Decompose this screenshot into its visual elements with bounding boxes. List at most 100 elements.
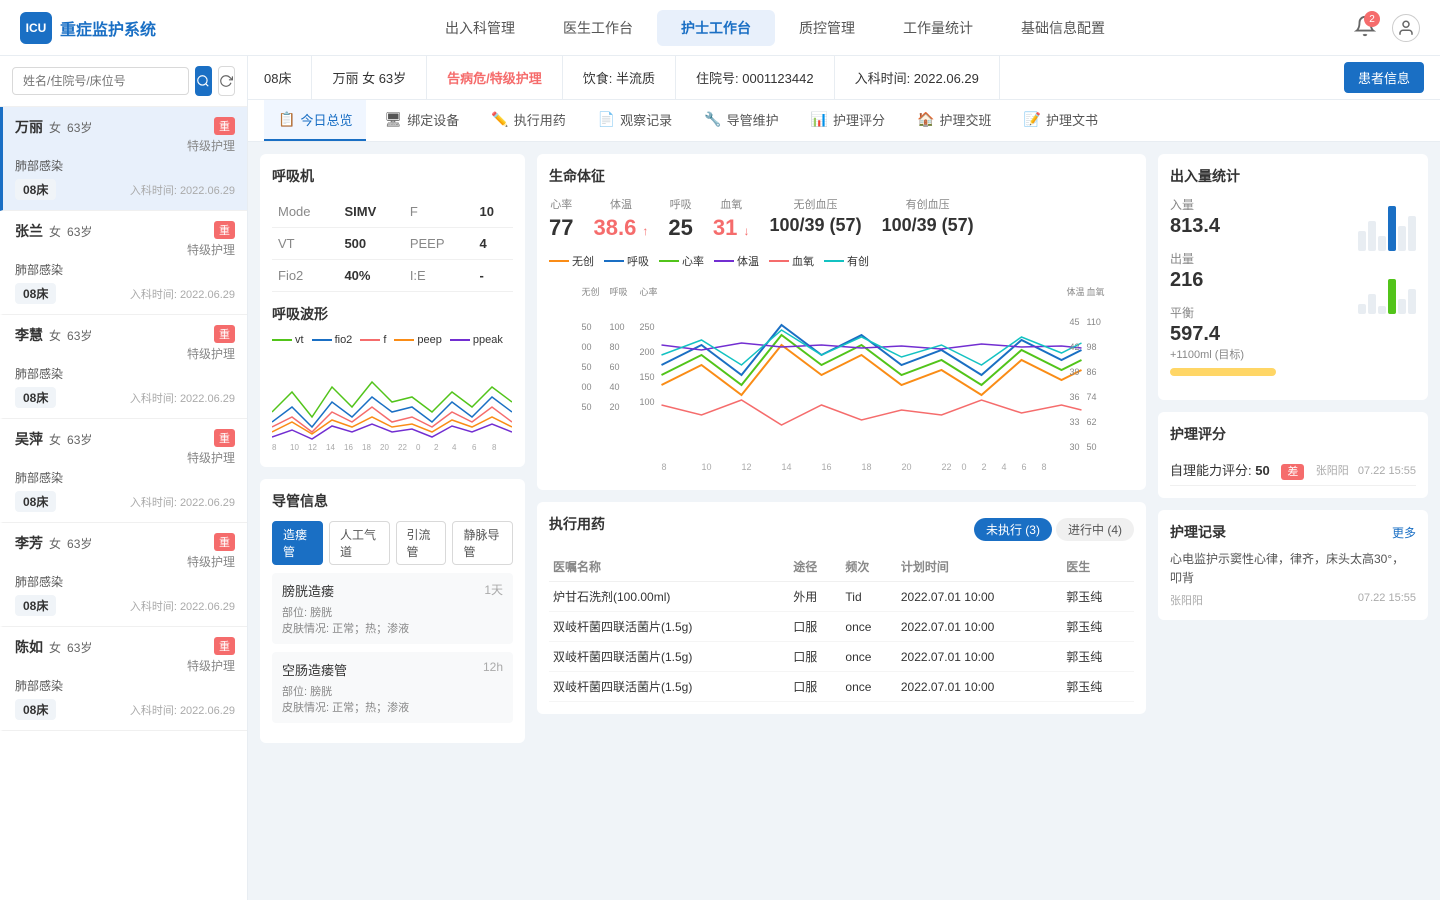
patient-gender: 女 <box>49 535 61 552</box>
patient-card-张兰[interactable]: 张兰 女 63岁 重 特级护理 肺部感染 08床 入科时间: 2022.06.2… <box>0 211 247 315</box>
io-card: 出入量统计 入量 813.4 出量 216 <box>1158 154 1428 400</box>
more-link[interactable]: 更多 <box>1392 524 1416 541</box>
patient-info-button[interactable]: 患者信息 <box>1344 62 1424 93</box>
med-row: 双岐杆菌四联活菌片(1.5g) 口服 once 2022.07.01 10:00… <box>549 612 1134 642</box>
nursing-eval-title: 护理评分 <box>1170 424 1416 444</box>
patient-name: 陈如 <box>15 637 43 657</box>
urgent-badge: 重 <box>214 637 235 655</box>
svg-text:250: 250 <box>640 322 655 332</box>
right-column: 出入量统计 入量 813.4 出量 216 <box>1158 154 1428 888</box>
nav-item-护士工作台[interactable]: 护士工作台 <box>657 10 775 46</box>
tab-icon: 🔧 <box>704 111 721 128</box>
patient-list: 万丽 女 63岁 重 特级护理 肺部感染 08床 入科时间: 2022.06.2… <box>0 107 247 731</box>
catheter-site: 部位: 膀胱 <box>282 604 503 620</box>
ventilator-title: 呼吸机 <box>272 166 513 186</box>
patient-name: 李芳 <box>15 533 43 553</box>
header-right: 2 <box>1354 14 1420 42</box>
svg-text:110: 110 <box>1087 317 1101 327</box>
medication-table: 医嘱名称途径频次计划时间医生 炉甘石洗剂(100.00ml) 外用 Tid 20… <box>549 552 1134 702</box>
vital-value: 100/39 (57) <box>882 215 974 236</box>
med-name: 双岐杆菌四联活菌片(1.5g) <box>549 672 789 702</box>
balance-value: 597.4 <box>1170 323 1346 346</box>
urgent-badge: 重 <box>214 221 235 239</box>
svg-text:8: 8 <box>1042 462 1047 472</box>
patient-age: 63岁 <box>67 327 92 344</box>
svg-text:12: 12 <box>742 462 752 472</box>
search-input[interactable] <box>12 67 189 95</box>
intake-label: 入量 <box>1170 196 1346 213</box>
tab-icon: 🖥 <box>384 111 402 128</box>
catheter-tab-人工气道[interactable]: 人工气道 <box>329 521 390 565</box>
vital-value: 77 <box>549 215 573 241</box>
layout: 万丽 女 63岁 重 特级护理 肺部感染 08床 入科时间: 2022.06.2… <box>0 56 1440 900</box>
pending-tab[interactable]: 未执行 (3) <box>974 518 1052 541</box>
svg-text:血氧: 血氧 <box>1087 286 1105 297</box>
vital-value: 25 <box>668 215 692 241</box>
care-level: 特级护理 <box>187 553 235 570</box>
notification-badge: 2 <box>1364 11 1380 27</box>
notification-btn[interactable]: 2 <box>1354 15 1376 40</box>
ongoing-tab[interactable]: 进行中 (4) <box>1056 518 1134 541</box>
med-route: 口服 <box>789 672 841 702</box>
sidebar-toggle[interactable]: ‹ <box>247 460 248 496</box>
tab-label: 绑定设备 <box>407 110 459 129</box>
svg-text:22: 22 <box>942 462 952 472</box>
svg-text:33: 33 <box>1070 417 1080 427</box>
patient-gender: 女 <box>49 639 61 656</box>
diagnosis: 肺部感染 <box>15 157 235 174</box>
diagnosis: 肺部感染 <box>15 469 235 486</box>
patient-card-李慧[interactable]: 李慧 女 63岁 重 特级护理 肺部感染 08床 入科时间: 2022.06.2… <box>0 315 247 419</box>
user-icon[interactable] <box>1392 14 1420 42</box>
nursing-eval-card: 护理评分 自理能力评分: 50 差 张阳阳 07.22 15:55 <box>1158 412 1428 498</box>
patient-bar: 08床 万丽 女 63岁 告病危/特级护理 饮食: 半流质 住院号: 00011… <box>248 56 1440 100</box>
logo: ICU 重症监护系统 <box>20 12 156 44</box>
vital-item-心率: 心率 77 <box>549 196 573 241</box>
patient-gender: 女 <box>49 431 61 448</box>
tab-执行用药[interactable]: ✏️执行用药 <box>477 100 579 141</box>
urgent-badge: 重 <box>214 117 235 135</box>
wave-legend-item: peep <box>394 334 441 346</box>
patient-card-陈如[interactable]: 陈如 女 63岁 重 特级护理 肺部感染 08床 入科时间: 2022.06.2… <box>0 627 247 731</box>
vital-label: 心率 <box>549 196 573 212</box>
med-freq: Tid <box>841 582 896 612</box>
tab-观察记录[interactable]: 📄观察记录 <box>584 100 686 141</box>
nav-item-工作量统计[interactable]: 工作量统计 <box>879 10 997 46</box>
vital-label: 呼吸 <box>668 196 692 212</box>
med-route: 外用 <box>789 582 841 612</box>
middle-column: 生命体征 心率77体温38.6 ↑呼吸25血氧31 ↓无创血压100/39 (5… <box>537 154 1146 888</box>
nav-item-医生工作台[interactable]: 医生工作台 <box>539 10 657 46</box>
tab-护理文书[interactable]: 📝护理文书 <box>1010 100 1112 141</box>
tab-导管维护[interactable]: 🔧导管维护 <box>690 100 792 141</box>
wave-legend-item: f <box>360 334 386 346</box>
care-level: 特级护理 <box>187 345 235 362</box>
tab-绑定设备[interactable]: 🖥 绑定设备 <box>370 100 473 141</box>
bar-bed: 08床 <box>264 56 312 99</box>
tab-bar: 📋今日总览 🖥 绑定设备 ✏️执行用药📄观察记录🔧导管维护📊护理评分🏠护理交班📝护理文… <box>248 100 1440 142</box>
vital-item-呼吸: 呼吸 25 <box>668 196 692 241</box>
nav-item-出入科管理[interactable]: 出入科管理 <box>421 10 539 46</box>
tab-icon: 📊 <box>811 111 828 128</box>
patient-card-万丽[interactable]: 万丽 女 63岁 重 特级护理 肺部感染 08床 入科时间: 2022.06.2… <box>0 107 247 211</box>
legend-dot <box>360 339 380 341</box>
vitals-legend-item: 呼吸 <box>604 253 649 269</box>
svg-text:30: 30 <box>1070 442 1080 452</box>
nav-item-基础信息配置[interactable]: 基础信息配置 <box>997 10 1129 46</box>
tab-护理评分[interactable]: 📊护理评分 <box>797 100 899 141</box>
search-button[interactable] <box>195 66 212 96</box>
catheter-tab-静脉导管[interactable]: 静脉导管 <box>452 521 513 565</box>
catheter-duration: 12h <box>483 660 503 679</box>
tab-护理交班[interactable]: 🏠护理交班 <box>903 100 1005 141</box>
tab-今日总览[interactable]: 📋今日总览 <box>264 100 366 141</box>
refresh-button[interactable] <box>218 66 235 96</box>
svg-text:100: 100 <box>640 397 655 407</box>
patient-card-李芳[interactable]: 李芳 女 63岁 重 特级护理 肺部感染 08床 入科时间: 2022.06.2… <box>0 523 247 627</box>
patient-card-吴萍[interactable]: 吴萍 女 63岁 重 特级护理 肺部感染 08床 入科时间: 2022.06.2… <box>0 419 247 523</box>
intake-item: 入量 813.4 <box>1170 196 1346 238</box>
catheter-tab-引流管[interactable]: 引流管 <box>396 521 447 565</box>
med-col-医生: 医生 <box>1062 552 1134 582</box>
care-level: 特级护理 <box>187 657 235 674</box>
legend-dot <box>272 339 292 341</box>
nav-item-质控管理[interactable]: 质控管理 <box>775 10 879 46</box>
catheter-tab-造瘘管[interactable]: 造瘘管 <box>272 521 323 565</box>
medication-header: 执行用药 未执行 (3) 进行中 (4) <box>549 514 1134 544</box>
